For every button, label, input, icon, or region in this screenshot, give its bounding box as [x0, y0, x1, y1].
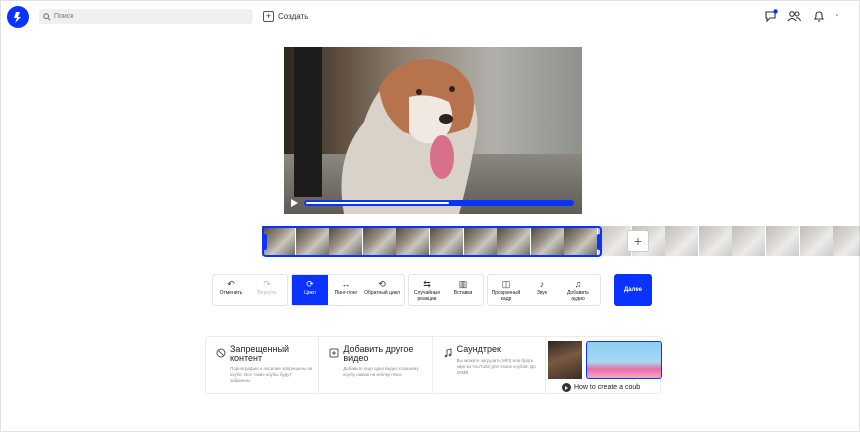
howto-video-card[interactable]: How to create a coub	[546, 337, 662, 393]
play-circle-icon	[561, 383, 571, 392]
add-box-icon	[329, 345, 339, 358]
howto-man-image	[547, 341, 582, 379]
redo-button[interactable]: ↷ Вернуть	[249, 275, 285, 305]
bell-icon[interactable]	[812, 9, 826, 23]
search-bar[interactable]	[39, 9, 253, 24]
tip-soundtrack: Саундтрек Вы можете загрузить MP3 или бр…	[433, 337, 546, 393]
undo-button[interactable]: ↶ Отменить	[213, 275, 249, 305]
loop-button[interactable]: ⟳ Цикл	[292, 275, 328, 305]
forbidden-icon	[216, 345, 226, 358]
create-button[interactable]: + Создать	[263, 9, 308, 23]
create-label: Создать	[278, 11, 309, 21]
inserts-button[interactable]: ▥ Вставки	[445, 275, 481, 305]
timeline-frame-thumb	[799, 226, 833, 256]
chat-icon[interactable]	[764, 9, 778, 23]
effects-group: ⇆ Случайные реакции ▥ Вставки	[408, 274, 484, 306]
add-audio-button[interactable]: ♫ Добавить аудио	[560, 275, 596, 305]
dog-image	[294, 47, 478, 214]
timeline-frame-thumb	[732, 226, 766, 256]
video-preview[interactable]	[284, 47, 582, 214]
howto-caption[interactable]: How to create a coub	[561, 383, 660, 392]
video-progress-bar[interactable]	[304, 200, 574, 206]
music-note-icon	[443, 345, 453, 358]
play-icon[interactable]	[291, 199, 298, 207]
howto-cartoon-image	[585, 341, 662, 379]
search-icon	[43, 8, 51, 26]
search-input[interactable]	[54, 13, 244, 20]
plus-icon: +	[263, 10, 274, 22]
menu-dot-icon[interactable]	[836, 14, 838, 16]
people-icon[interactable]	[787, 9, 801, 23]
tip-add-video: Добавить другое видео Добавьте еще одно …	[319, 337, 433, 393]
add-clip-button[interactable]: +	[627, 230, 649, 252]
transparent-frame-button[interactable]: ◫ Прозрачный кадр	[488, 275, 524, 305]
history-group: ↶ Отменить ↷ Вернуть	[212, 274, 288, 306]
sound-button[interactable]: ♪ Звук	[524, 275, 560, 305]
howto-thumbnail	[547, 341, 662, 379]
selection-handle-right[interactable]	[597, 234, 601, 250]
coub-logo-icon[interactable]	[7, 6, 29, 28]
video-progress-fill	[305, 201, 450, 205]
media-group: ◫ Прозрачный кадр ♪ Звук ♫ Добавить ауди…	[487, 274, 601, 306]
selection-handle-left[interactable]	[263, 234, 267, 250]
timeline-frame-thumb	[833, 226, 860, 256]
tips-panel: Запрещенный контент Порнография и насили…	[205, 336, 662, 394]
loop-mode-group: ⟳ Цикл ↔ Пинг-понг ⟲ Обратный цикл	[291, 274, 405, 306]
timeline-frame-thumb	[665, 226, 699, 256]
timeline-frame-thumb	[766, 226, 799, 256]
reverse-loop-button[interactable]: ⟲ Обратный цикл	[364, 275, 400, 305]
timeline-frame-thumb	[698, 226, 732, 256]
pingpong-button[interactable]: ↔ Пинг-понг	[328, 275, 364, 305]
timeline-selection[interactable]	[262, 226, 602, 257]
random-reactions-button[interactable]: ⇆ Случайные реакции	[409, 275, 445, 305]
tip-forbidden-content: Запрещенный контент Порнография и насили…	[206, 337, 320, 393]
next-button[interactable]: Далее	[614, 274, 652, 306]
